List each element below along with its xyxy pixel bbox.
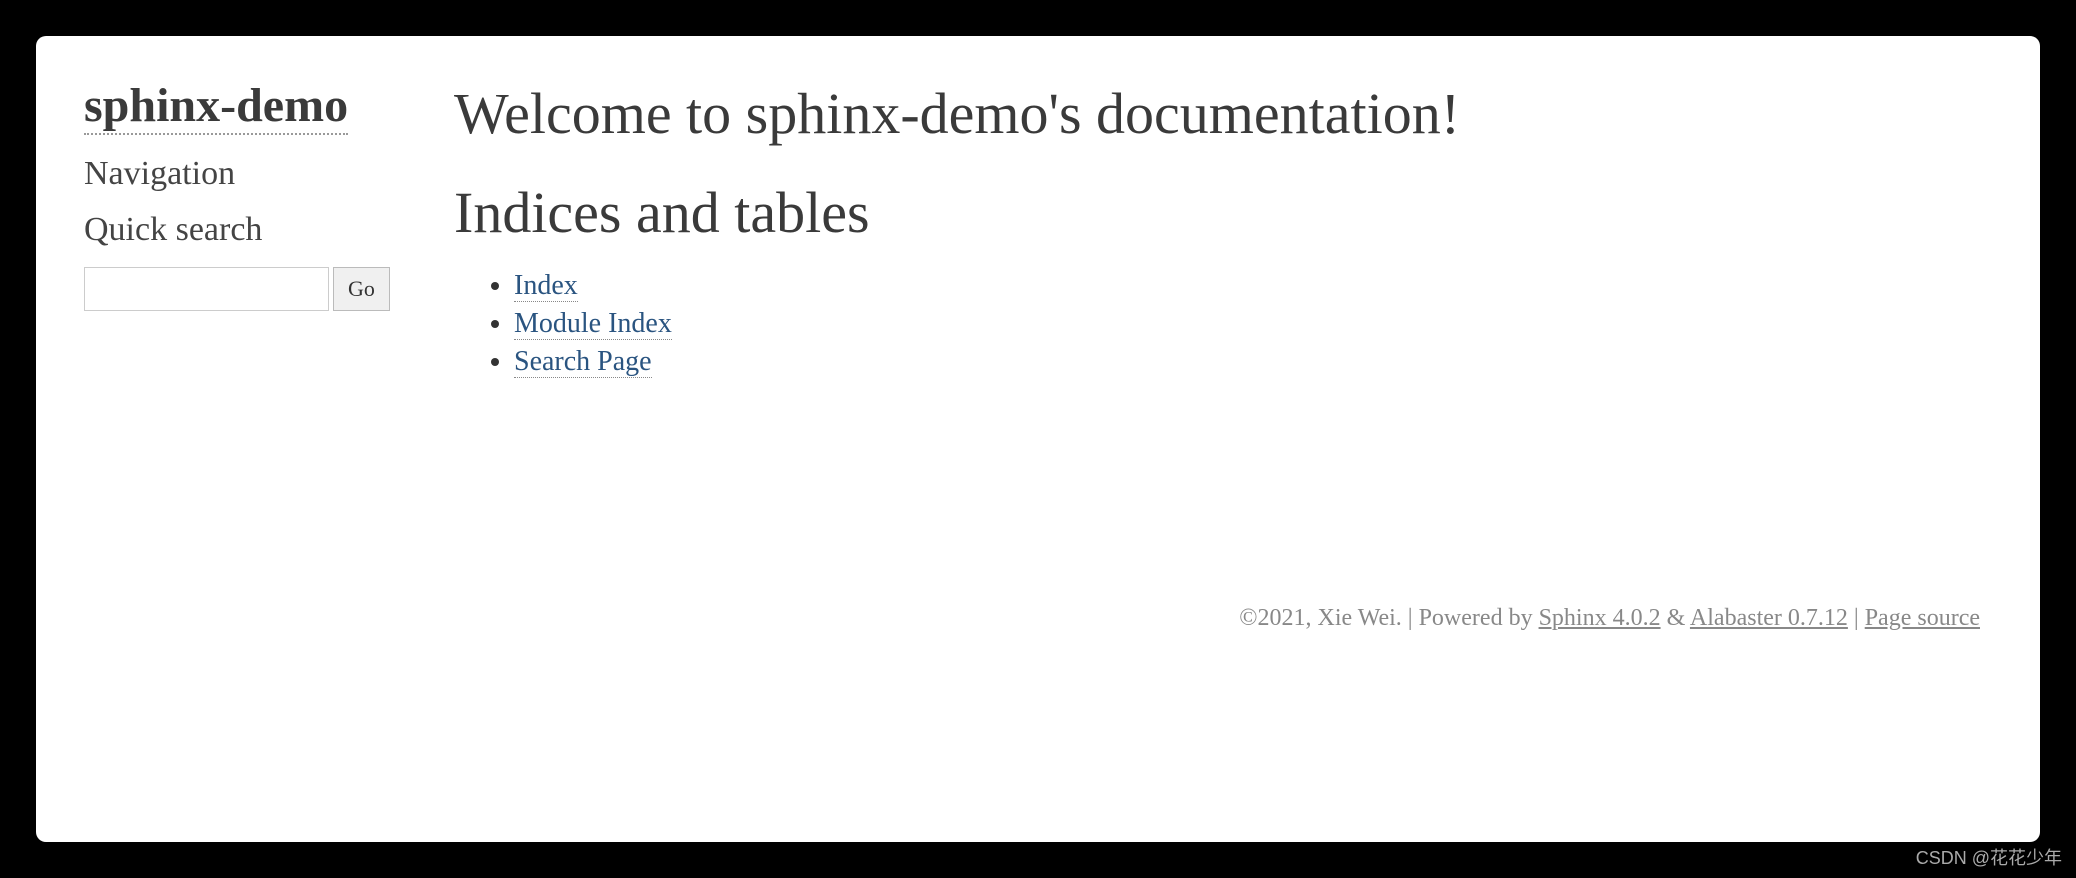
csdn-watermark: CSDN @花花少年 bbox=[1916, 844, 2062, 870]
navigation-heading: Navigation bbox=[84, 155, 424, 193]
search-form: Go bbox=[84, 267, 424, 311]
section-heading-indices: Indices and tables bbox=[454, 179, 1992, 246]
page-source-link[interactable]: Page source bbox=[1865, 605, 1980, 631]
sphinx-link[interactable]: Sphinx 4.0.2 bbox=[1539, 605, 1661, 631]
page-container: sphinx-demo Navigation Quick search Go W… bbox=[36, 36, 2040, 842]
footer: ©2021, Xie Wei. | Powered by Sphinx 4.0.… bbox=[1239, 605, 1980, 632]
list-item: Search Page bbox=[514, 346, 1992, 378]
page-title: Welcome to sphinx-demo's documentation! bbox=[454, 78, 1992, 151]
sep-text: | bbox=[1848, 605, 1865, 631]
indices-list: Index Module Index Search Page bbox=[454, 270, 1992, 378]
copyright-text: ©2021, Xie Wei. bbox=[1239, 605, 1408, 631]
quick-search-heading: Quick search bbox=[84, 211, 424, 249]
list-item: Module Index bbox=[514, 308, 1992, 340]
search-input[interactable] bbox=[84, 267, 329, 311]
main-content: Welcome to sphinx-demo's documentation! … bbox=[444, 78, 1992, 800]
search-go-button[interactable]: Go bbox=[333, 267, 390, 311]
search-page-link[interactable]: Search Page bbox=[514, 346, 652, 378]
amp-text: & bbox=[1661, 605, 1690, 631]
project-title-link[interactable]: sphinx-demo bbox=[84, 78, 348, 135]
list-item: Index bbox=[514, 270, 1992, 302]
alabaster-link[interactable]: Alabaster 0.7.12 bbox=[1690, 605, 1848, 631]
index-link[interactable]: Index bbox=[514, 270, 578, 302]
powered-by-prefix: | Powered by bbox=[1408, 605, 1539, 631]
module-index-link[interactable]: Module Index bbox=[514, 308, 672, 340]
sidebar: sphinx-demo Navigation Quick search Go bbox=[84, 78, 444, 800]
